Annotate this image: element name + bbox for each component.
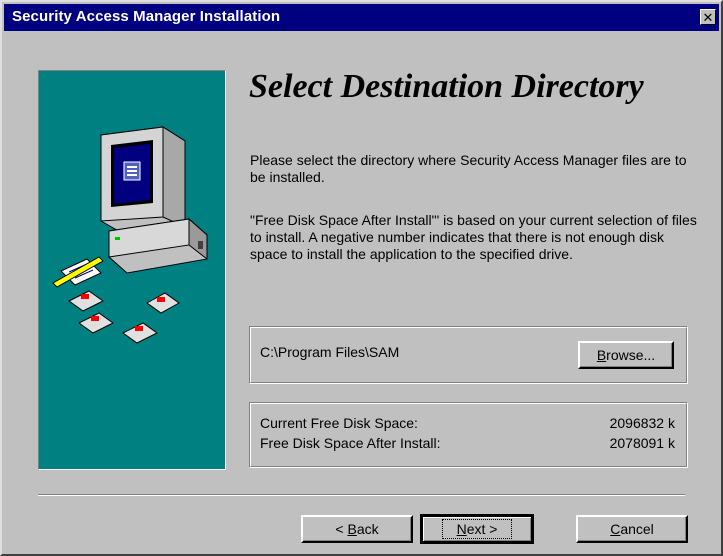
next-label: Next > (441, 519, 513, 539)
back-button[interactable]: < Back (301, 515, 413, 543)
close-icon: ✕ (702, 9, 714, 25)
browse-label: Browse... (596, 347, 656, 363)
notepad-pencil-icon (52, 256, 104, 288)
window-title: Security Access Manager Installation (12, 8, 281, 25)
page-heading: Select Destination Directory (249, 68, 644, 105)
disk-space-label: Current Free Disk Space: (260, 415, 418, 431)
next-button[interactable]: Next > (420, 514, 534, 544)
installer-window: Security Access Manager Installation ✕ S… (0, 0, 723, 556)
close-button[interactable]: ✕ (700, 9, 716, 25)
destination-groupbox: C:\Program Files\SAM Browse... (249, 326, 688, 384)
button-divider (38, 494, 685, 496)
disk-space-note: "Free Disk Space After Install"' is base… (250, 212, 697, 262)
disk-space-groupbox: Current Free Disk Space: 2096832 k Free … (249, 402, 688, 468)
destination-path: C:\Program Files\SAM (260, 344, 400, 360)
floppy-disk-icon (68, 290, 180, 344)
disk-space-label: Free Disk Space After Install: (260, 435, 441, 451)
disk-space-value: 2078091 k (609, 435, 675, 451)
instruction-text: Please select the directory where Securi… (250, 152, 687, 185)
title-bar[interactable]: Security Access Manager Installation ✕ (4, 4, 719, 31)
cancel-label: Cancel (610, 521, 654, 537)
disk-space-row-after: Free Disk Space After Install: 2078091 k (260, 435, 675, 453)
cancel-button[interactable]: Cancel (576, 515, 688, 543)
disk-space-value: 2096832 k (609, 415, 675, 431)
side-illustration-panel (38, 70, 226, 470)
disk-space-row-current: Current Free Disk Space: 2096832 k (260, 415, 675, 433)
browse-button[interactable]: Browse... (578, 341, 674, 369)
computer-icon (100, 126, 208, 274)
setup-illustration (52, 126, 208, 344)
back-label: < Back (335, 521, 379, 537)
